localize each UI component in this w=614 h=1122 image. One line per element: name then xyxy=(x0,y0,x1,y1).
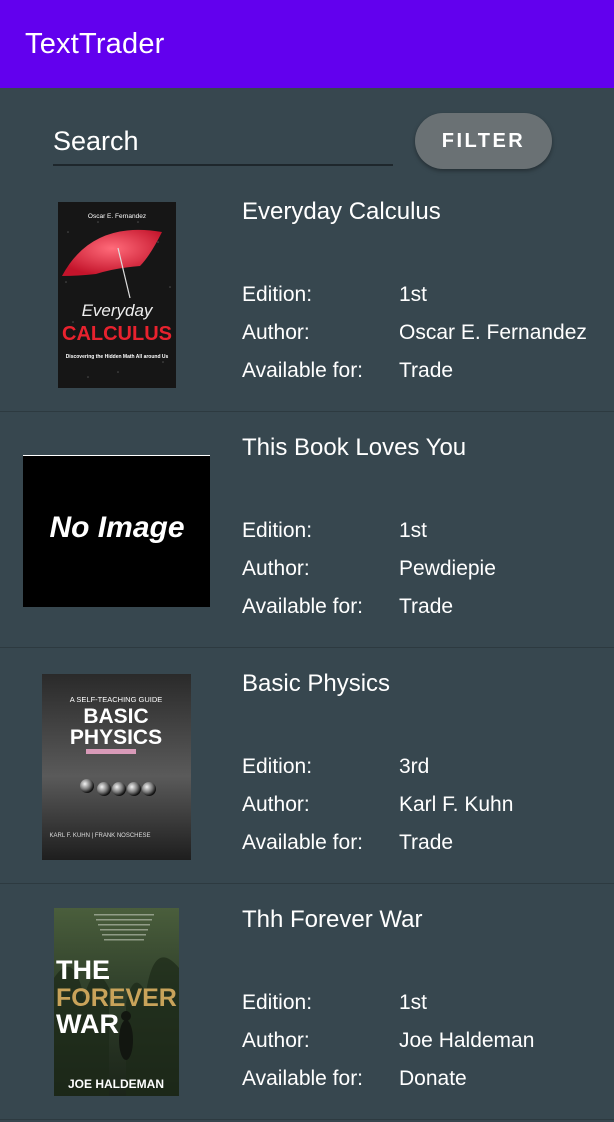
cover-tagline: A SELF-TEACHING GUIDE xyxy=(70,695,163,704)
book-cover-image: THE FOREVER WAR JOE HALDEMAN xyxy=(54,908,179,1096)
book-title: Thh Forever War xyxy=(242,906,423,933)
search-row: FILTER xyxy=(0,88,614,188)
cover-title-line1: Everyday xyxy=(82,301,154,320)
edition-label: Edition: xyxy=(242,283,313,306)
available-label: Available for: xyxy=(242,1067,364,1090)
book-list-item[interactable]: Oscar E. Fernandez Everyday CALCULUS Dis… xyxy=(0,176,614,412)
filter-button[interactable]: FILTER xyxy=(415,113,552,169)
app-bar: TextTrader xyxy=(0,0,614,88)
cover-title-line1: BASIC xyxy=(83,705,148,728)
book-title: This Book Loves You xyxy=(242,434,467,461)
book-cover-art: A SELF-TEACHING GUIDE BASIC PHYSICS KARL… xyxy=(42,674,191,860)
available-label: Available for: xyxy=(242,359,364,382)
cover-title-line2: FOREVER xyxy=(56,984,177,1012)
author-label: Author: xyxy=(242,557,310,580)
author-label: Author: xyxy=(242,1029,310,1052)
author-label: Author: xyxy=(242,793,310,816)
cover-author-text: Oscar E. Fernandez xyxy=(88,213,146,220)
available-value: Trade xyxy=(399,595,454,618)
no-image-text: No Image xyxy=(49,511,184,544)
cover-title-line2: CALCULUS xyxy=(62,323,172,345)
book-title: Everyday Calculus xyxy=(242,198,441,225)
author-label: Author: xyxy=(242,321,310,344)
edition-value: 1st xyxy=(399,519,428,542)
available-value: Trade xyxy=(399,359,454,382)
edition-label: Edition: xyxy=(242,519,313,542)
author-value: Joe Haldeman xyxy=(399,1029,535,1052)
author-value: Pewdiepie xyxy=(399,557,496,580)
book-list-item[interactable]: THE FOREVER WAR JOE HALDEMAN Thh Forever… xyxy=(0,884,614,1120)
available-value: Donate xyxy=(399,1067,467,1090)
cover-authors-text: KARL F. KUHN | FRANK NOSCHESE xyxy=(49,833,150,839)
book-list-item[interactable]: A SELF-TEACHING GUIDE BASIC PHYSICS KARL… xyxy=(0,648,614,884)
book-cover-image: Oscar E. Fernandez Everyday CALCULUS Dis… xyxy=(58,202,176,388)
edition-value: 3rd xyxy=(399,755,430,778)
book-cover-art: Oscar E. Fernandez Everyday CALCULUS Dis… xyxy=(58,202,176,388)
edition-label: Edition: xyxy=(242,991,313,1014)
no-image-placeholder: No Image xyxy=(23,455,210,607)
book-cover-art: THE FOREVER WAR JOE HALDEMAN xyxy=(54,908,179,1096)
book-title: Basic Physics xyxy=(242,670,391,697)
available-value: Trade xyxy=(399,831,454,854)
cover-title-line1: THE xyxy=(56,955,110,985)
available-label: Available for: xyxy=(242,831,364,854)
edition-value: 1st xyxy=(399,283,428,306)
cover-title-line3: WAR xyxy=(56,1009,119,1039)
available-label: Available for: xyxy=(242,595,364,618)
author-value: Karl F. Kuhn xyxy=(399,793,514,816)
search-input[interactable] xyxy=(53,118,393,166)
book-list: Oscar E. Fernandez Everyday CALCULUS Dis… xyxy=(0,176,614,1120)
no-image-art: No Image xyxy=(49,511,184,544)
book-list-item[interactable]: No Image This Book Loves You Edition: 1s… xyxy=(0,412,614,648)
edition-label: Edition: xyxy=(242,755,313,778)
edition-value: 1st xyxy=(399,991,428,1014)
cover-author-text: JOE HALDEMAN xyxy=(68,1077,164,1091)
cover-subtitle: Discovering the Hidden Math All around U… xyxy=(66,354,169,360)
author-value: Oscar E. Fernandez xyxy=(399,321,587,344)
app-title: TextTrader xyxy=(25,27,165,60)
cover-title-line2: PHYSICS xyxy=(70,726,162,749)
book-cover-image: A SELF-TEACHING GUIDE BASIC PHYSICS KARL… xyxy=(42,674,191,860)
